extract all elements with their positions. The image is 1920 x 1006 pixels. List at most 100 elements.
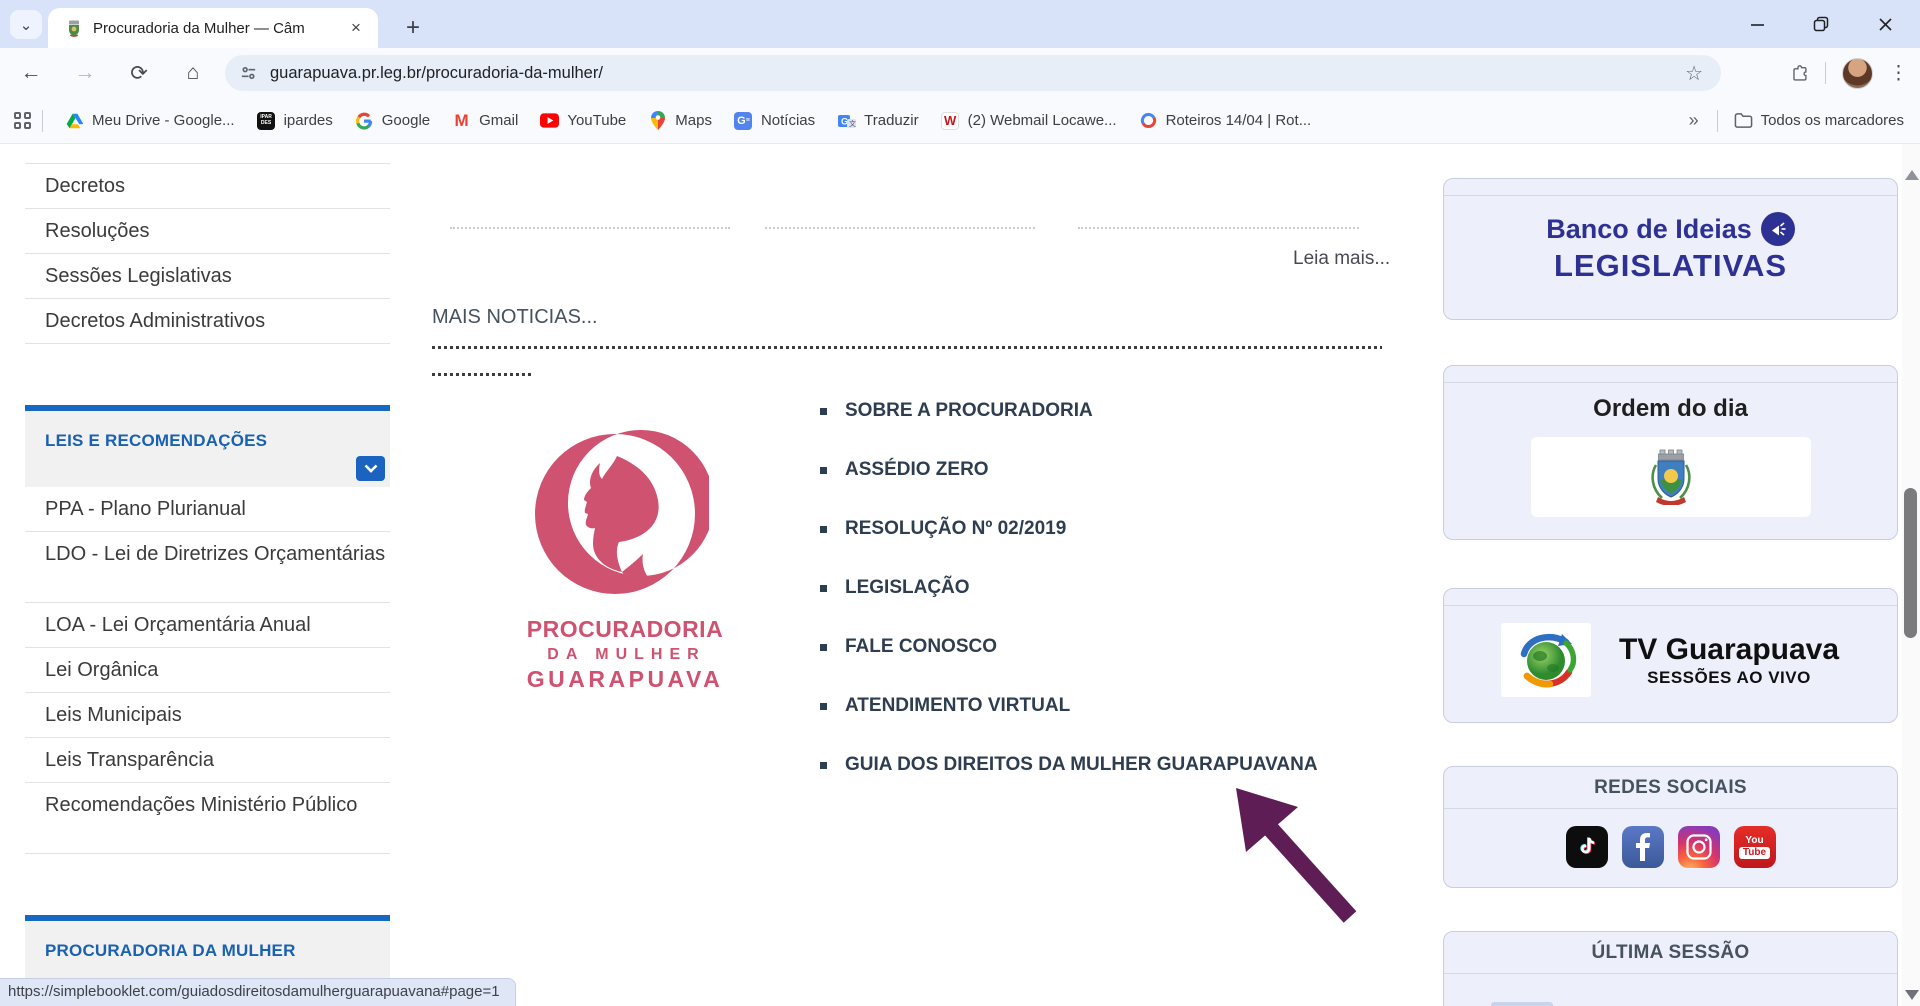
tab-search-button[interactable]: ⌄ (10, 10, 42, 39)
city-coat-of-arms-icon (1648, 449, 1694, 505)
purple-arrow-pointer (1228, 782, 1368, 929)
bookmark-youtube[interactable]: YouTube (540, 111, 626, 130)
leia-mais-link[interactable]: Leia mais... (1293, 248, 1390, 270)
sidebar-item-leis-municipais[interactable]: Leis Municipais (25, 693, 390, 738)
extensions-icon[interactable] (1790, 64, 1809, 83)
ordem-do-dia-card[interactable]: Ordem do dia (1443, 365, 1898, 540)
bookmark-maps[interactable]: Maps (648, 111, 712, 130)
home-icon[interactable]: ⌂ (176, 56, 210, 90)
sidebar-nav-top: Decretos Resoluções Sessões Legislativas… (25, 163, 390, 344)
apps-grid-icon[interactable] (14, 112, 32, 130)
sidebar-item-leis-transparencia[interactable]: Leis Transparência (25, 738, 390, 783)
toolbar-divider (1825, 62, 1826, 84)
tv-guarapuava-card[interactable]: TV Guarapuava SESSÕES AO VIVO (1443, 588, 1898, 723)
translate-icon: G文 (837, 111, 856, 130)
ultima-title: ÚLTIMA SESSÃO (1444, 932, 1897, 974)
all-bookmarks-button[interactable]: Todos os marcadores (1734, 111, 1904, 130)
logo-line2: DA MULHER (508, 646, 745, 664)
menu-item-sobre[interactable]: SOBRE A PROCURADORIA (820, 400, 1318, 422)
youtube-icon (540, 111, 559, 130)
scrollbar-down-arrow[interactable] (1905, 990, 1919, 1000)
card-header (1444, 366, 1897, 383)
bullet-square (820, 467, 827, 474)
sidebar-item-ppa[interactable]: PPA - Plano Plurianual (25, 487, 390, 532)
menu-item-assedio-zero[interactable]: ASSÉDIO ZERO (820, 459, 1318, 481)
menu-item-resolucao[interactable]: RESOLUÇÃO Nº 02/2019 (820, 518, 1318, 540)
woman-crescent-icon (529, 430, 709, 600)
profile-avatar[interactable] (1842, 58, 1873, 89)
menu-item-atendimento-virtual[interactable]: ATENDIMENTO VIRTUAL (820, 695, 1318, 717)
instagram-icon[interactable] (1678, 826, 1720, 868)
bookmark-drive[interactable]: Meu Drive - Google... (65, 111, 235, 130)
drive-icon (65, 111, 84, 130)
bullet-square (820, 526, 827, 533)
sidebar-item-resolucoes[interactable]: Resoluções (25, 209, 390, 254)
sidebar-item-loa[interactable]: LOA - Lei Orçamentária Anual (25, 603, 390, 648)
folder-icon (1734, 111, 1753, 130)
tv-title: TV Guarapuava (1591, 633, 1867, 667)
browser-tab[interactable]: Procuradoria da Mulher — Câm × (48, 8, 378, 48)
window-minimize-button[interactable] (1740, 7, 1774, 41)
ipardes-icon: IPARDES (257, 111, 276, 130)
window-restore-button[interactable] (1804, 7, 1838, 41)
bookmark-roteiros[interactable]: Roteiros 14/04 | Rot... (1139, 111, 1312, 130)
bullet-square (820, 585, 827, 592)
ordem-title: Ordem do dia (1444, 395, 1897, 423)
ultima-sessao-card: ÚLTIMA SESSÃO (1443, 931, 1898, 1006)
sidebar-item-lei-organica[interactable]: Lei Orgânica (25, 648, 390, 693)
reload-icon[interactable]: ⟳ (122, 56, 156, 90)
youtube-social-icon[interactable]: You Tube (1734, 826, 1776, 868)
site-settings-icon[interactable] (239, 64, 258, 83)
banco-de-ideias-card[interactable]: Banco de Ideias LEGISLATIVAS (1443, 178, 1898, 320)
card-header (1444, 179, 1897, 196)
procuradoria-logo-text: PROCURADORIA DA MULHER GUARAPUAVA (505, 616, 745, 693)
news-dotted-divider (765, 227, 1035, 229)
forward-icon[interactable]: → (68, 56, 102, 90)
ordem-content-box[interactable] (1531, 437, 1811, 517)
section-title: LEIS E RECOMENDAÇÕES (25, 411, 390, 451)
facebook-icon[interactable] (1622, 826, 1664, 868)
bookmark-star-icon[interactable]: ☆ (1685, 61, 1703, 86)
bookmark-noticias[interactable]: G≡ Notícias (734, 111, 815, 130)
bullet-square (820, 408, 827, 415)
bookmarks-bar: Meu Drive - Google... IPARDES ipardes Go… (0, 98, 1920, 144)
window-close-button[interactable] (1868, 7, 1902, 41)
procuradoria-menu: SOBRE A PROCURADORIA ASSÉDIO ZERO RESOLU… (820, 400, 1318, 813)
address-bar[interactable]: guarapuava.pr.leg.br/procuradoria-da-mul… (225, 55, 1721, 91)
sidebar-nav-leis: PPA - Plano Plurianual LDO - Lei de Dire… (25, 487, 390, 854)
bullet-square (820, 644, 827, 651)
bookmarks-divider (42, 110, 43, 132)
tab-strip: ⌄ Procuradoria da Mulher — Câm × + (0, 0, 1920, 48)
card-header (1444, 589, 1897, 606)
new-tab-button[interactable]: + (398, 13, 428, 43)
collapse-chevron-button[interactable] (356, 456, 385, 481)
status-url-tooltip: https://simplebooklet.com/guiadosdireito… (0, 978, 516, 1006)
dashed-divider-short (432, 373, 532, 376)
bullet-square (820, 703, 827, 710)
sidebar-item-sessoes-legislativas[interactable]: Sessões Legislativas (25, 254, 390, 299)
bookmark-gmail[interactable]: M Gmail (452, 111, 518, 130)
bookmarks-overflow-icon[interactable]: » (1689, 110, 1701, 131)
bookmark-traduzir[interactable]: G文 Traduzir (837, 111, 918, 130)
section-title: PROCURADORIA DA MULHER (25, 921, 390, 961)
bookmark-webmail[interactable]: W (2) Webmail Locawe... (941, 111, 1117, 130)
tiktok-icon[interactable] (1566, 826, 1608, 868)
sidebar-item-recomendacoes[interactable]: Recomendações Ministério Público (25, 783, 390, 854)
scrollbar-up-arrow[interactable] (1905, 170, 1919, 180)
browser-menu-icon[interactable]: ⋮ (1889, 62, 1908, 85)
sidebar-item-decretos-administrativos[interactable]: Decretos Administrativos (25, 299, 390, 344)
page-scrollbar-thumb[interactable] (1904, 488, 1917, 638)
url-text[interactable]: guarapuava.pr.leg.br/procuradoria-da-mul… (270, 64, 1685, 83)
globe-swirl-icon (1510, 630, 1582, 690)
back-icon[interactable]: ← (14, 56, 48, 90)
bookmark-ipardes[interactable]: IPARDES ipardes (257, 111, 333, 130)
webmail-icon: W (941, 111, 960, 130)
sidebar-item-ldo[interactable]: LDO - Lei de Diretrizes Orçamentárias (25, 532, 390, 603)
logo-line3: GUARAPUAVA (505, 666, 745, 693)
menu-item-guia-direitos[interactable]: GUIA DOS DIREITOS DA MULHER GUARAPUAVANA (820, 754, 1318, 776)
tab-close-icon[interactable]: × (345, 17, 367, 39)
menu-item-fale-conosco[interactable]: FALE CONOSCO (820, 636, 1318, 658)
menu-item-legislacao[interactable]: LEGISLAÇÃO (820, 577, 1318, 599)
sidebar-item-decretos[interactable]: Decretos (25, 164, 390, 209)
bookmark-google[interactable]: Google (355, 111, 430, 130)
